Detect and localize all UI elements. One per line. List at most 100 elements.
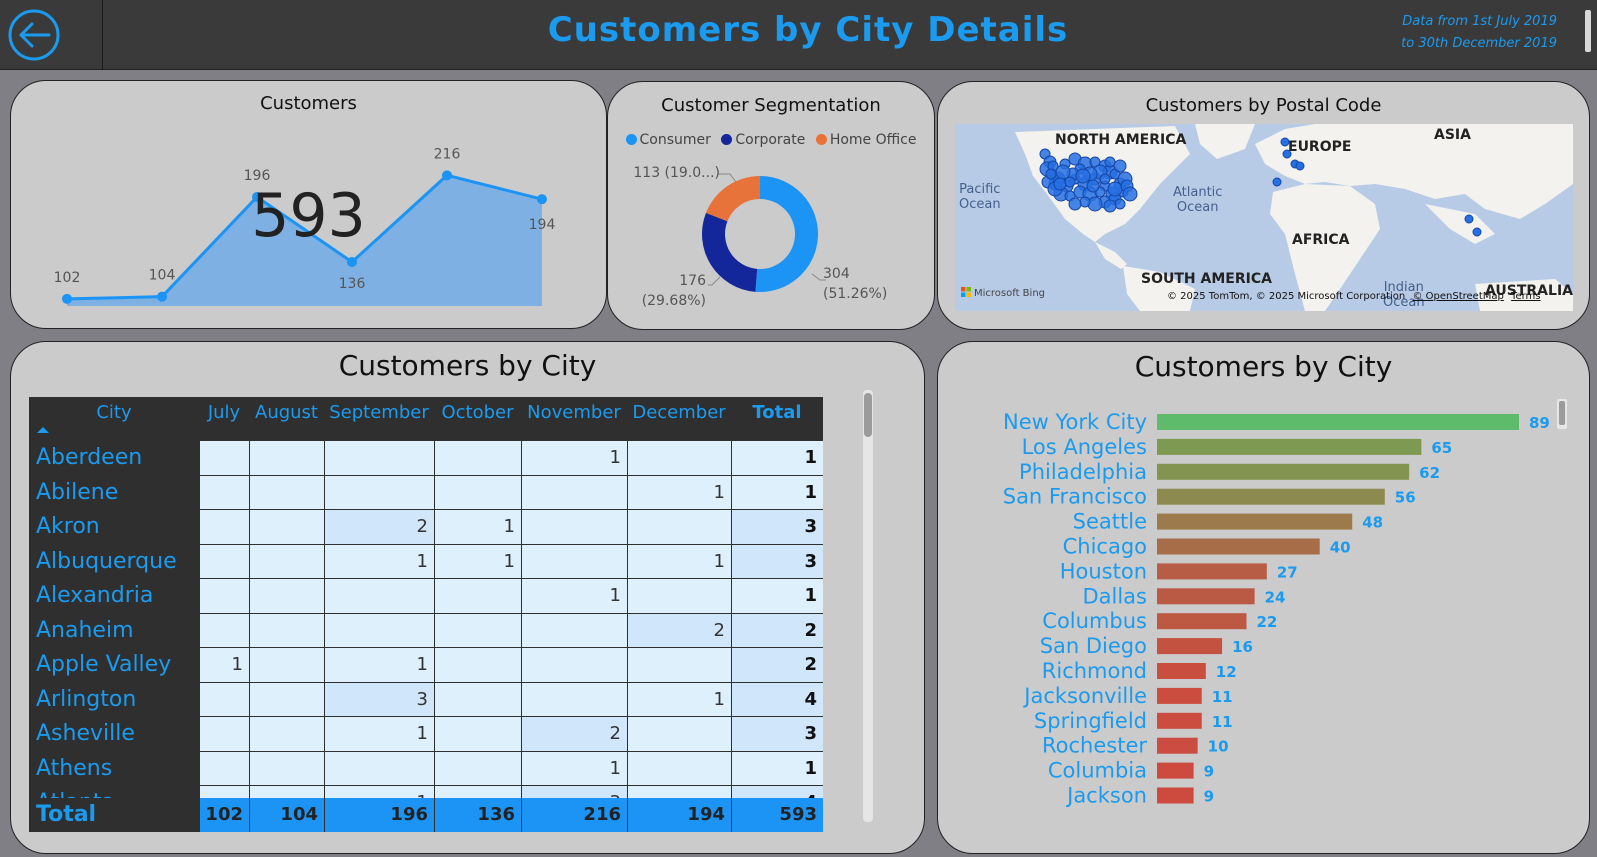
bar[interactable] [1157,463,1410,480]
map-customer-point[interactable] [1272,177,1282,187]
map-customer-point[interactable] [1064,176,1076,188]
table-cell [199,579,249,614]
map-customer-point[interactable] [1122,186,1138,202]
table-scrollbar-thumb[interactable] [864,393,872,437]
table-total-row: Total 102 104 196 136 216 194 593 [29,798,823,832]
donut-slice[interactable] [755,176,819,292]
table-total-cell: 196 [324,798,434,832]
table-row[interactable]: Akron 2 1 3 [29,510,823,545]
table-row[interactable]: Asheville 1 2 3 [29,717,823,752]
bing-attribution[interactable]: Microsoft Bing [961,287,1045,299]
bar-value-label: 89 [1529,414,1550,432]
terms-link[interactable]: Terms [1511,291,1540,302]
customers-point[interactable] [62,293,72,304]
table-cell [199,441,249,476]
table-row[interactable]: Anaheim 2 2 [29,613,823,648]
customers-point[interactable] [442,170,452,181]
map-customer-point[interactable] [1107,181,1123,197]
column-header-september[interactable]: September [324,397,434,440]
column-header-november[interactable]: November [521,397,627,440]
table-total-label: Total [36,802,97,827]
table-row[interactable]: Albuquerque 1 1 1 3 [29,544,823,579]
table-cell [249,475,324,510]
back-arrow-icon[interactable] [7,8,61,62]
table-row[interactable]: Athens 1 1 [29,751,823,786]
city-table-title: Customers by City [338,349,597,382]
donut-slice[interactable] [702,212,758,292]
table-row[interactable]: Aberdeen 1 1 [29,441,823,476]
table-scrollbar[interactable] [863,390,873,822]
map-customer-point[interactable] [1079,196,1091,208]
map-customer-point[interactable] [1068,197,1082,211]
customers-map[interactable]: NORTH AMERICA EUROPE ASIA AFRICA SOUTH A… [955,124,1573,311]
bar[interactable] [1157,787,1194,804]
table-cell [627,510,731,545]
map-customer-point[interactable] [1113,159,1127,173]
map-customer-point[interactable] [1045,168,1057,180]
table-row-city: Anaheim [29,613,199,648]
bar[interactable] [1157,513,1353,530]
map-label-north-america: NORTH AMERICA [1055,132,1187,148]
table-cell-total: 1 [731,579,823,614]
bar-category-label: Springfield [1034,709,1147,733]
map-customer-point[interactable] [1075,168,1091,184]
column-header-july[interactable]: July [199,397,249,440]
bar[interactable] [1157,538,1320,555]
table-cell: 1 [324,786,434,798]
table-cell [249,510,324,545]
bar[interactable] [1157,712,1202,729]
table-row-city: Athens [29,751,199,786]
column-header-city[interactable]: City [29,397,199,440]
customers-point[interactable] [157,291,167,302]
map-customer-point[interactable] [1103,199,1117,213]
bar-chart-scrollbar[interactable] [1557,399,1567,429]
bar[interactable] [1157,588,1255,605]
city-bar-chart-card: Customers by City New York City 89 Los Ang… [937,341,1590,854]
map-customer-point[interactable] [1295,161,1305,171]
map-customer-point[interactable] [1472,227,1482,237]
bar[interactable] [1157,737,1198,754]
table-row[interactable]: Abilene 1 1 [29,475,823,510]
table-row[interactable]: Apple Valley 1 1 2 [29,648,823,683]
table-cell [249,682,324,717]
table-cell: 2 [627,613,731,648]
map-customer-point[interactable] [1053,177,1067,191]
header-bar: Customers by City Details Data from 1st … [0,0,1597,70]
table-cell: 1 [199,648,249,683]
table-row[interactable]: Alexandria 1 1 [29,579,823,614]
bar[interactable] [1157,663,1206,679]
map-customer-point[interactable] [1104,156,1116,168]
table-cell [521,510,627,545]
column-header-august[interactable]: August [249,397,324,440]
map-customer-point[interactable] [1099,173,1111,185]
bar[interactable] [1157,414,1519,430]
customers-point[interactable] [347,257,357,267]
table-row-city: Abilene [29,475,199,510]
bar[interactable] [1157,638,1223,655]
table-total-cell: 102 [199,798,249,832]
map-customer-point[interactable] [1086,179,1100,193]
bar-chart-scrollbar-thumb[interactable] [1559,401,1565,425]
table-row[interactable]: Arlington 3 1 4 [29,682,823,717]
osm-link[interactable]: © OpenStreetMap [1412,291,1503,302]
map-customer-point[interactable] [1464,214,1474,224]
column-header-october[interactable]: October [434,397,521,440]
donut-slice[interactable] [705,176,760,222]
bar-value-label: 48 [1362,514,1383,532]
bar[interactable] [1157,488,1385,505]
sort-ascending-icon[interactable] [37,427,49,433]
table-total-cell: 216 [521,798,627,832]
table-cell: 3 [521,786,627,798]
bar[interactable] [1157,563,1267,580]
table-row[interactable]: Atlanta 1 3 4 [29,786,823,798]
bar[interactable] [1157,762,1194,779]
page-scrollbar[interactable] [1585,10,1591,52]
bar[interactable] [1157,687,1202,704]
bar[interactable] [1157,438,1422,455]
table-cell [324,441,434,476]
column-header-total[interactable]: Total [731,397,823,440]
bar[interactable] [1157,613,1247,630]
table-cell-total: 2 [731,613,823,648]
column-header-december[interactable]: December [627,397,731,440]
map-customer-point[interactable] [1114,198,1126,210]
